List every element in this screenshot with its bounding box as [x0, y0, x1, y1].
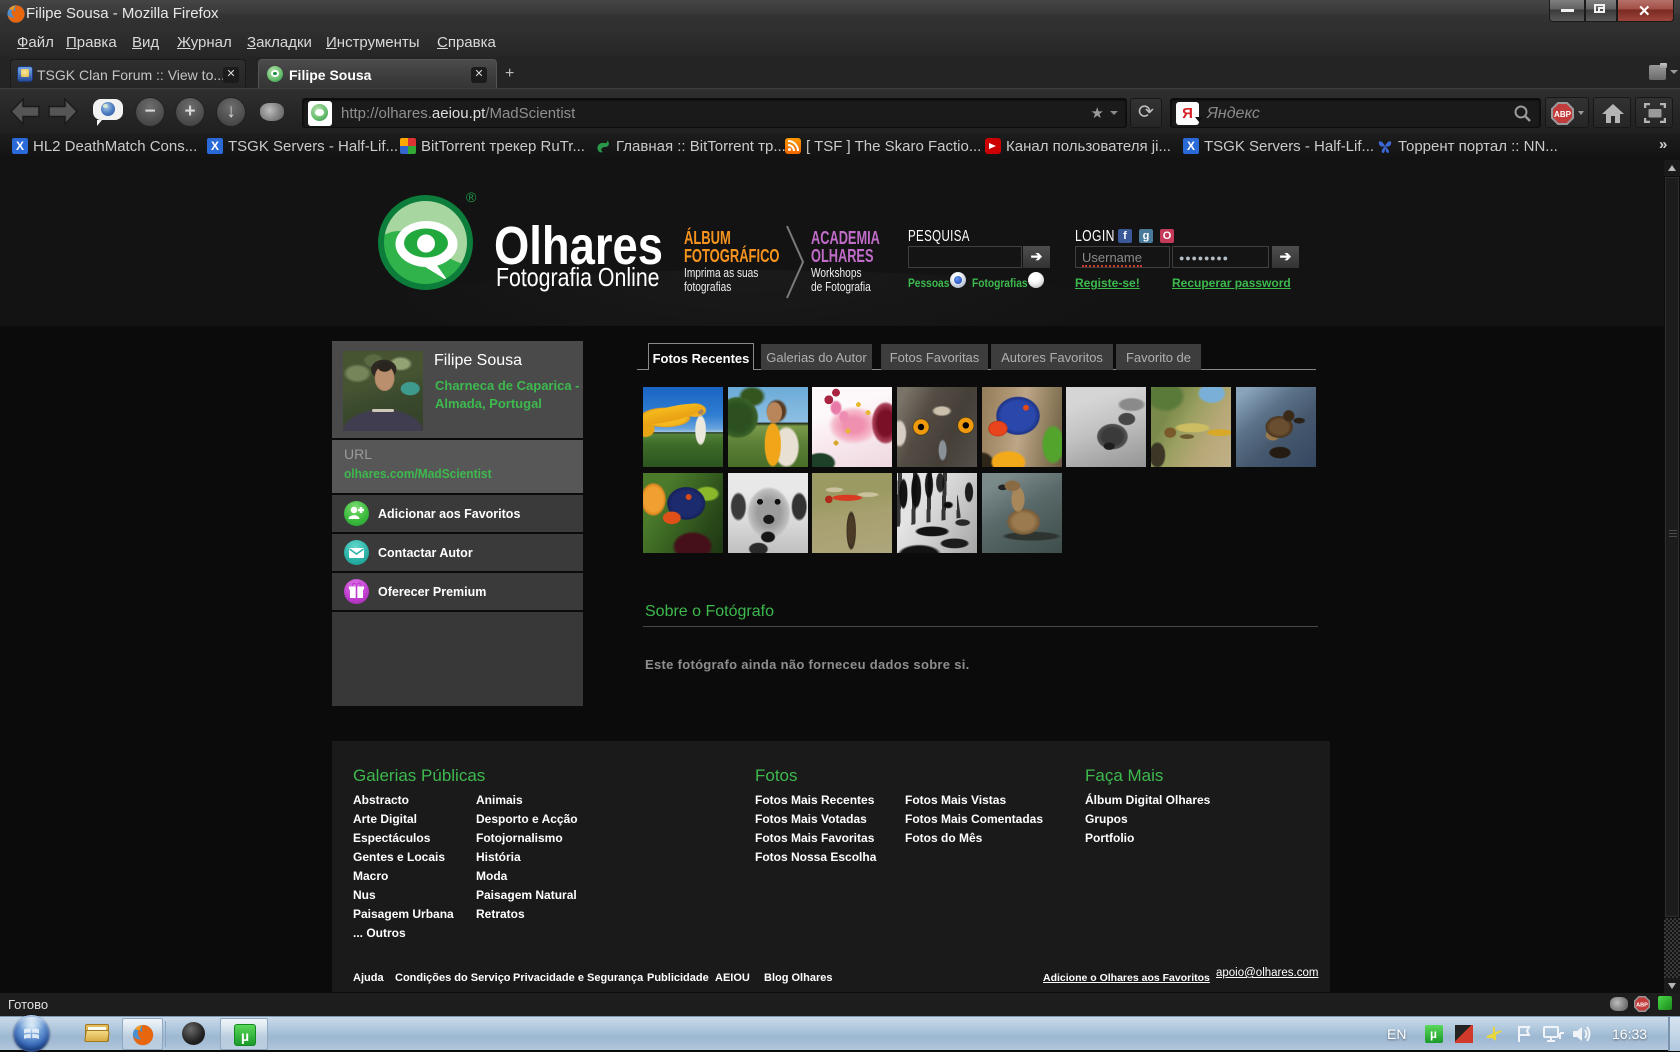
svg-text:ABP: ABP	[1554, 110, 1572, 119]
svg-text:ABP: ABP	[1636, 1002, 1648, 1008]
